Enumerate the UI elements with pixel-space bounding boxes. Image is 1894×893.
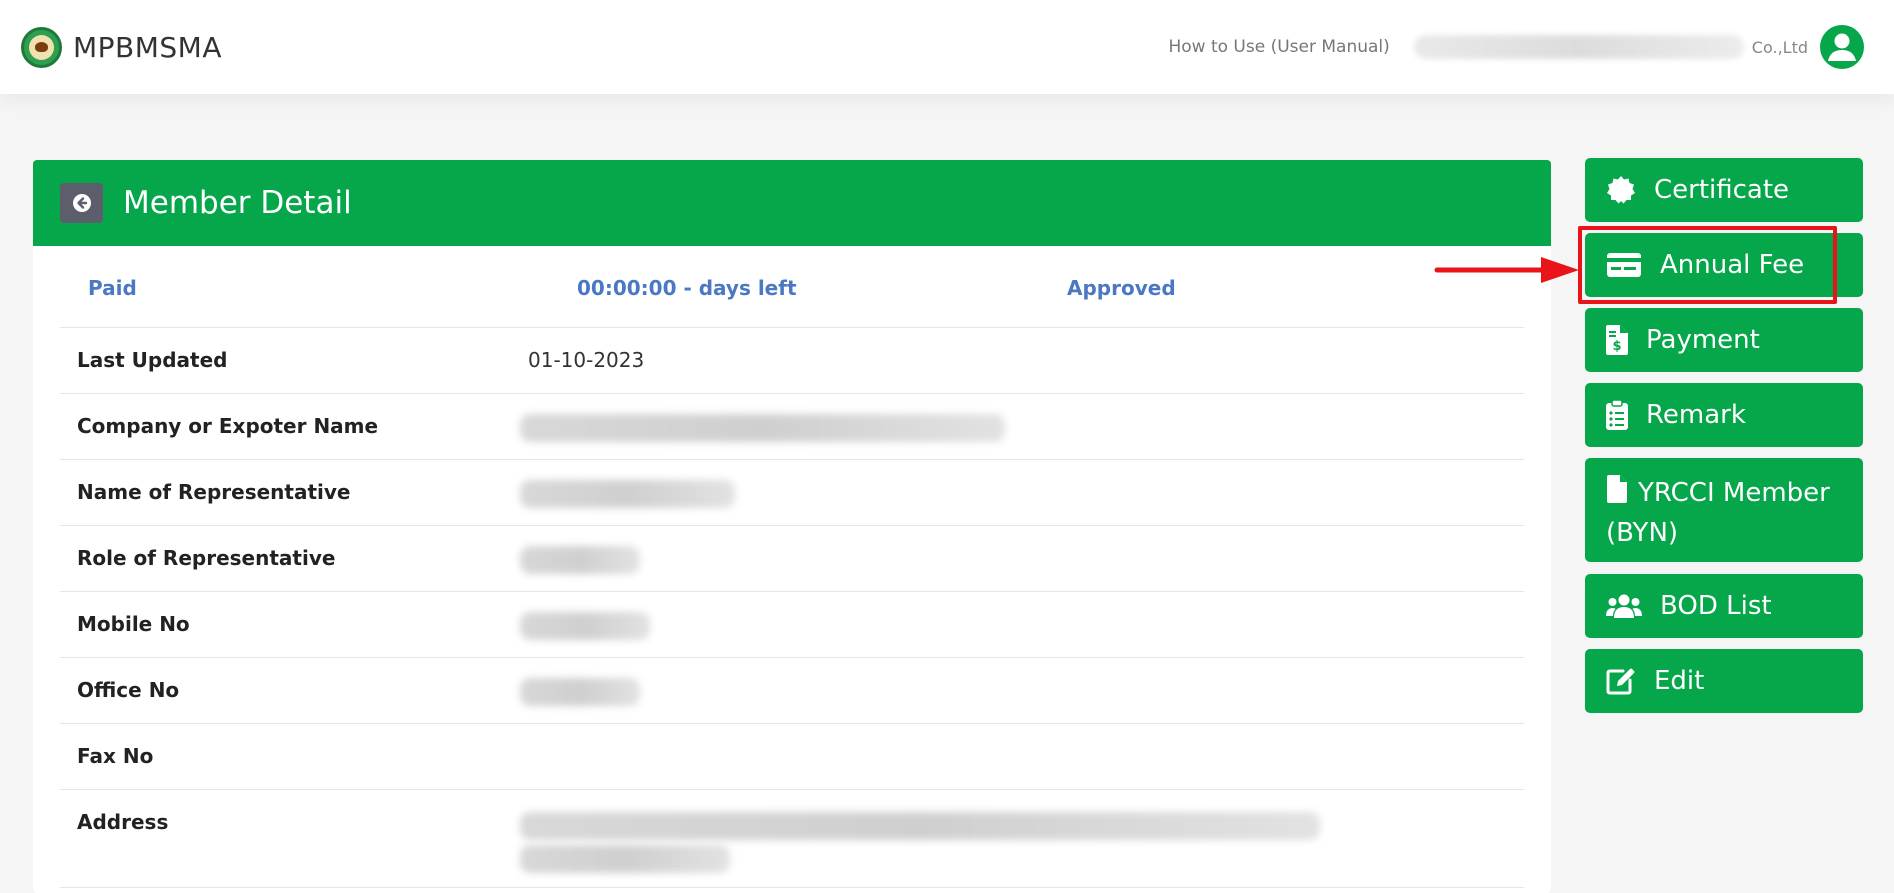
file-icon [1606,474,1628,504]
company-name-suffix: Co.,Ltd [1751,37,1808,57]
brand-name: MPBMSMA [73,30,222,64]
svg-text:$: $ [1612,339,1621,354]
credit-card-icon [1606,250,1642,280]
field-row-representative-name: Name of Representative [60,460,1524,526]
user-avatar-icon[interactable] [1820,25,1864,69]
menu-label-line2: (BYN) [1606,518,1679,548]
field-row-company-name: Company or Expoter Name [60,394,1524,460]
user-manual-link[interactable]: How to Use (User Manual) [1168,37,1389,57]
payment-button[interactable]: $ Payment [1585,308,1863,372]
redacted-value [520,612,650,640]
menu-label: BOD List [1660,591,1772,621]
brand[interactable]: MPBMSMA [21,26,222,68]
field-value: 01-10-2023 [528,348,645,372]
member-fields: Last Updated 01-10-2023 Company or Expot… [60,328,1524,888]
field-row-last-updated: Last Updated 01-10-2023 [60,328,1524,394]
redacted-value [520,845,730,873]
field-label: Fax No [77,744,154,768]
field-row-representative-role: Role of Representative [60,526,1524,592]
remark-button[interactable]: Remark [1585,383,1863,447]
field-row-address: Address [60,790,1524,888]
users-icon [1606,591,1642,621]
edit-icon [1606,666,1636,696]
field-row-mobile-no: Mobile No [60,592,1524,658]
back-button[interactable] [60,183,103,223]
annotation-arrow-icon [1434,257,1579,283]
field-label: Company or Expoter Name [77,414,379,438]
redacted-value [520,546,640,574]
annual-fee-button[interactable]: Annual Fee [1585,233,1863,297]
redacted-value [520,812,1320,840]
certificate-button[interactable]: Certificate [1585,158,1863,222]
menu-label: Remark [1646,400,1746,430]
menu-label: Certificate [1654,175,1790,205]
field-row-fax-no: Fax No [60,724,1524,790]
clipboard-list-icon [1606,400,1628,430]
menu-label: Payment [1646,325,1760,355]
yrcci-member-button[interactable]: YRCCI Member (BYN) [1585,458,1863,562]
field-label: Name of Representative [77,480,351,504]
page-title: Member Detail [123,185,352,221]
card-header: Member Detail [33,160,1551,246]
top-navbar: MPBMSMA How to Use (User Manual) Co.,Ltd [0,0,1894,94]
field-label: Role of Representative [77,546,336,570]
field-label: Address [77,810,169,834]
field-label: Office No [77,678,180,702]
association-seal-icon [21,26,62,68]
payment-status: Paid [88,276,137,300]
field-row-office-no: Office No [60,658,1524,724]
invoice-dollar-icon: $ [1606,325,1628,355]
days-left-countdown: 00:00:00 - days left [577,276,797,300]
company-name-redacted [1413,35,1744,59]
field-label: Mobile No [77,612,190,636]
menu-label: Edit [1654,666,1705,696]
approval-status: Approved [1067,276,1176,300]
menu-label: YRCCI Member [1638,478,1830,508]
redacted-value [520,414,1005,442]
redacted-value [520,480,735,508]
bod-list-button[interactable]: BOD List [1585,574,1863,638]
redacted-value [520,678,640,706]
field-label: Last Updated [77,348,228,372]
arrow-left-circle-icon [72,194,91,212]
edit-button[interactable]: Edit [1585,649,1863,713]
status-row: Paid 00:00:00 - days left Approved [60,246,1524,328]
top-right-area: How to Use (User Manual) Co.,Ltd [1168,0,1864,94]
member-detail-card: Member Detail Paid 00:00:00 - days left … [33,160,1551,893]
certificate-badge-icon [1606,175,1636,205]
menu-label: Annual Fee [1660,250,1805,280]
